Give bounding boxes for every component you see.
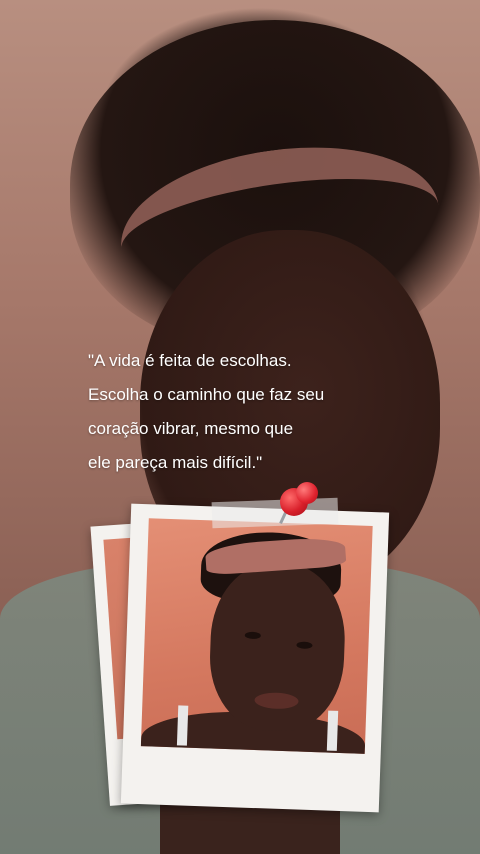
photo-eye	[296, 641, 313, 649]
quote-line: ele pareça mais difícil."	[88, 453, 263, 472]
quote-line: "A vida é feita de escolhas.	[88, 351, 292, 370]
polaroid-front-photo	[140, 518, 373, 754]
photo-strap	[176, 705, 189, 746]
quote-line: coração vibrar, mesmo que	[88, 419, 294, 438]
photo-eye	[244, 631, 261, 640]
pushpin-icon	[272, 482, 322, 528]
quote-line: Escolha o caminho que faz seu	[88, 385, 325, 404]
photo-strap	[326, 710, 339, 751]
polaroid-front	[120, 503, 390, 813]
quote-text: "A vida é feita de escolhas. Escolha o c…	[88, 344, 388, 480]
